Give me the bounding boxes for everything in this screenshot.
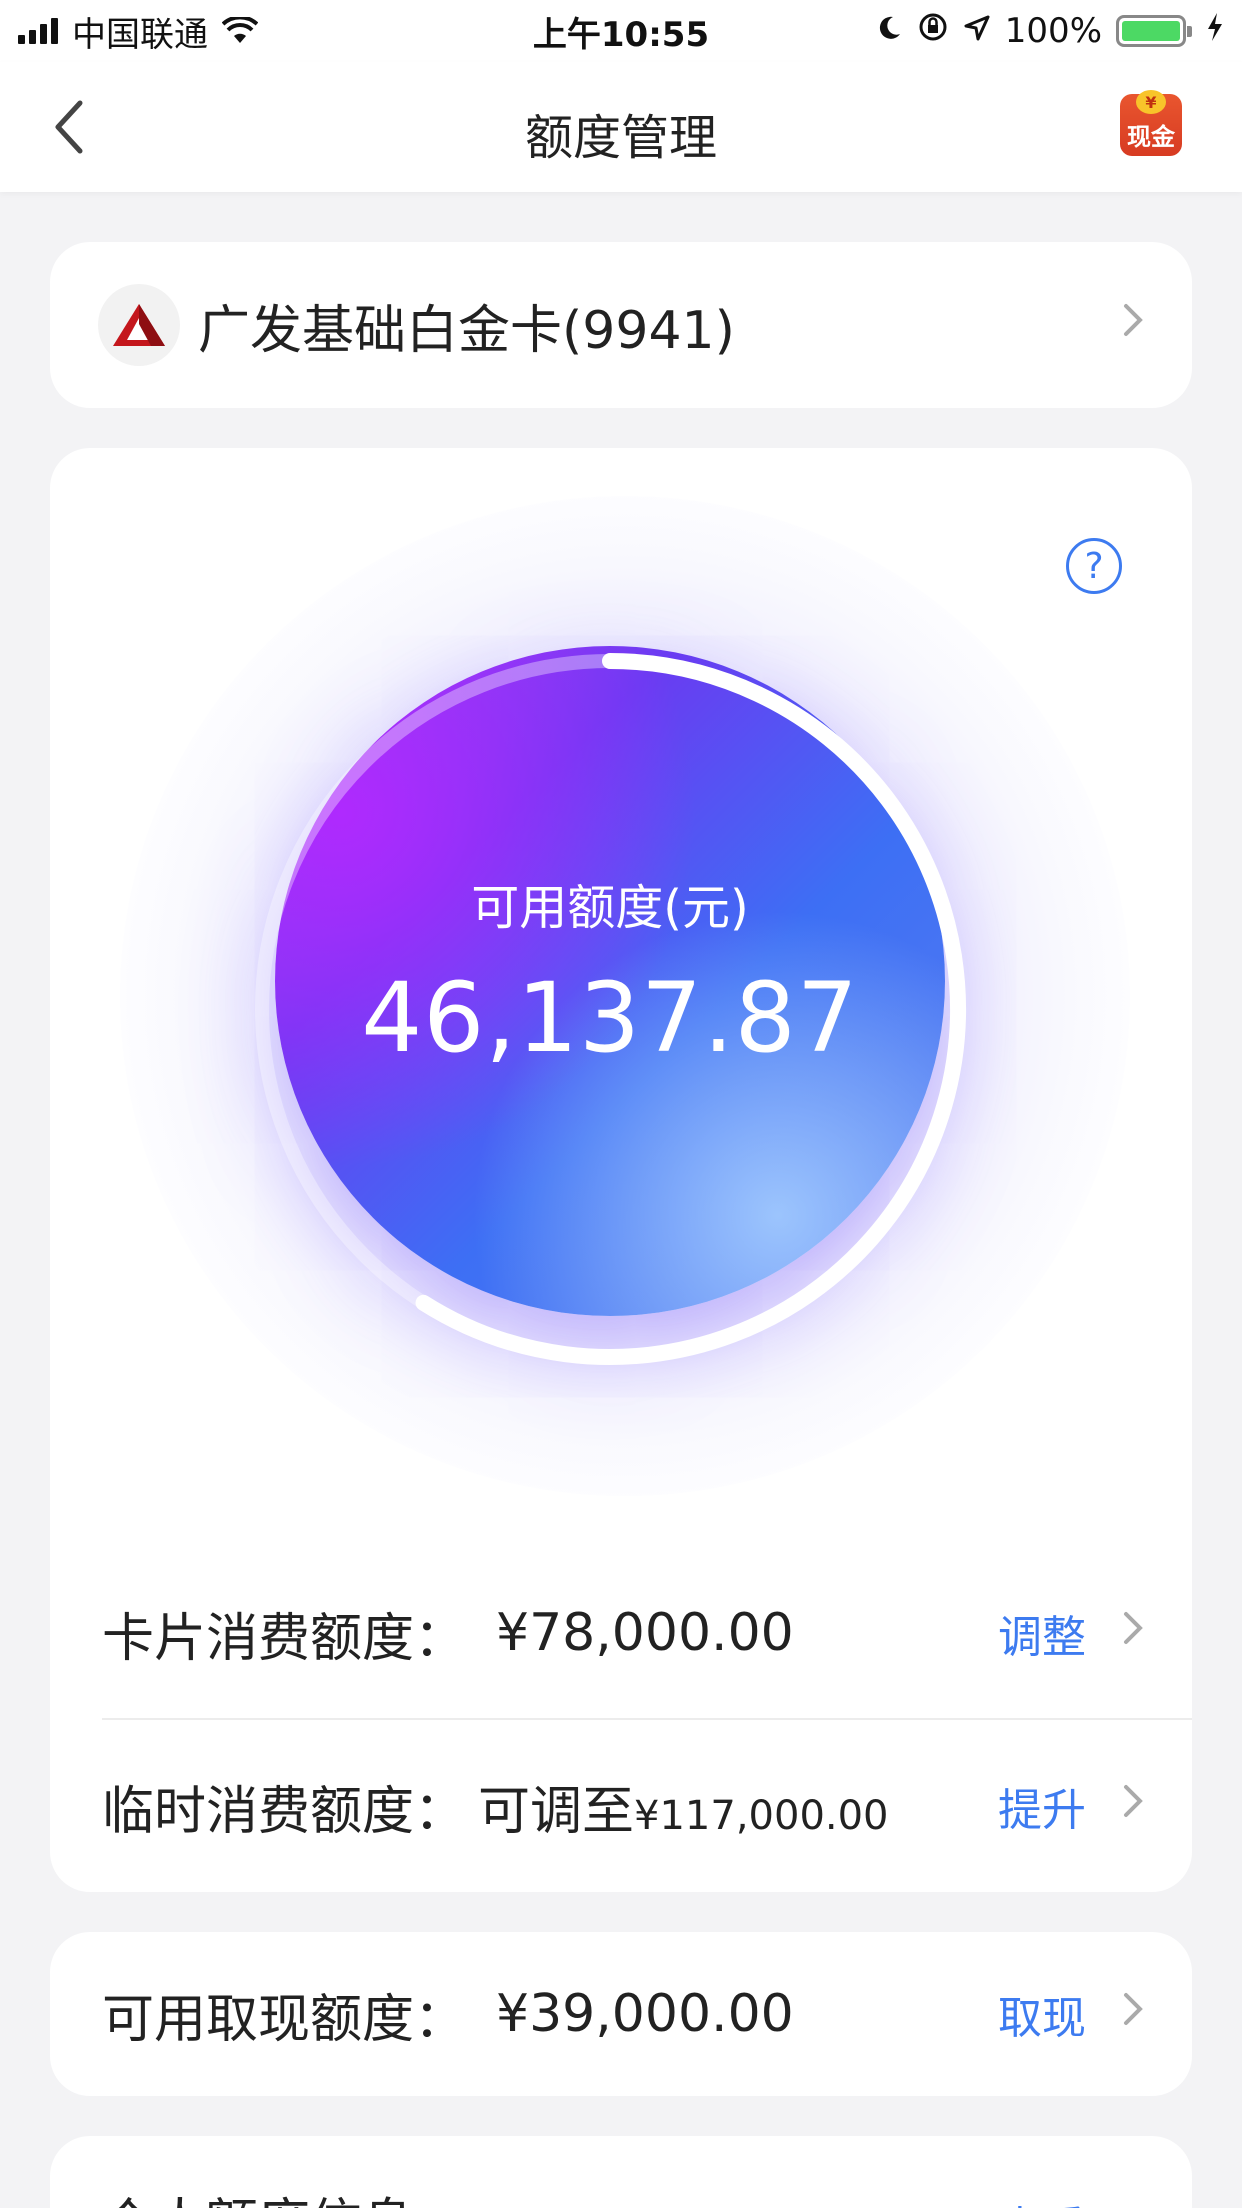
temporary-limit-row[interactable]: 临时消费额度： 可调至¥117,000.00 提升 bbox=[102, 1720, 1192, 1892]
cash-badge-label: 现金 bbox=[1127, 123, 1175, 151]
temporary-limit-value: 可调至¥117,000.00 bbox=[478, 1769, 998, 1844]
bank-logo-icon bbox=[98, 284, 180, 366]
temporary-limit-amount: ¥117,000.00 bbox=[634, 1792, 889, 1839]
charging-icon bbox=[1206, 11, 1224, 51]
carrier-name: 中国联通 bbox=[72, 14, 208, 55]
available-limit-progress-ring bbox=[255, 653, 966, 1365]
consumption-limit-row[interactable]: 卡片消费额度： ¥78,000.00 调整 bbox=[102, 1548, 1192, 1720]
temporary-limit-prefix: 可调至 bbox=[478, 1781, 635, 1842]
chevron-right-icon bbox=[1122, 302, 1144, 348]
cash-limit-label: 可用取现额度： bbox=[102, 1989, 467, 2050]
yen-coin-icon: ¥ bbox=[1136, 90, 1166, 114]
credit-limit-card: ? 可用额度(元) 46,137.87 卡片消费额度： ¥78,000.00 调… bbox=[50, 448, 1192, 1892]
raise-link[interactable]: 提升 bbox=[998, 1774, 1086, 1838]
rotation-lock-icon bbox=[917, 11, 949, 52]
help-icon[interactable]: ? bbox=[1066, 538, 1122, 594]
wifi-icon bbox=[222, 17, 258, 45]
battery-icon bbox=[1116, 15, 1192, 47]
status-left: 中国联通 bbox=[18, 7, 258, 56]
cash-limit-value: ¥39,000.00 bbox=[496, 1984, 794, 2044]
signal-icon bbox=[18, 18, 58, 44]
consumption-limit-value: ¥78,000.00 bbox=[496, 1603, 794, 1663]
chevron-right-icon bbox=[1122, 1610, 1144, 1656]
chevron-right-icon bbox=[1122, 1991, 1144, 2037]
moon-icon bbox=[875, 11, 903, 51]
personal-limit-row[interactable]: 个人额度信息 查看 bbox=[102, 2136, 1192, 2208]
location-icon bbox=[963, 11, 991, 51]
card-selector[interactable]: 广发基础白金卡(9941) bbox=[50, 242, 1192, 408]
status-bar: 中国联通 上午10:55 100% bbox=[0, 0, 1242, 62]
temporary-limit-label: 临时消费额度： bbox=[102, 1781, 467, 1842]
nav-bar: 额度管理 ¥ 现金 bbox=[0, 62, 1242, 192]
status-right: 100% bbox=[875, 11, 1224, 52]
cash-envelope-button[interactable]: ¥ 现金 bbox=[1120, 90, 1182, 156]
personal-limit-card: 个人额度信息 查看 bbox=[50, 2136, 1192, 2208]
card-name: 广发基础白金卡(9941) bbox=[198, 300, 735, 361]
view-link[interactable]: 查看 bbox=[998, 2192, 1086, 2208]
personal-limit-label: 个人额度信息 bbox=[102, 2181, 414, 2208]
page-title: 额度管理 bbox=[524, 110, 717, 166]
chevron-right-icon bbox=[1122, 1783, 1144, 1829]
cash-limit-row[interactable]: 可用取现额度： ¥39,000.00 取现 bbox=[102, 1932, 1192, 2096]
cash-limit-card: 可用取现额度： ¥39,000.00 取现 bbox=[50, 1932, 1192, 2096]
consumption-limit-label: 卡片消费额度： bbox=[102, 1608, 467, 1669]
adjust-link[interactable]: 调整 bbox=[998, 1601, 1086, 1665]
withdraw-link[interactable]: 取现 bbox=[998, 1982, 1086, 2046]
battery-percent: 100% bbox=[1004, 11, 1102, 51]
progress-arc-fill bbox=[415, 653, 966, 1365]
